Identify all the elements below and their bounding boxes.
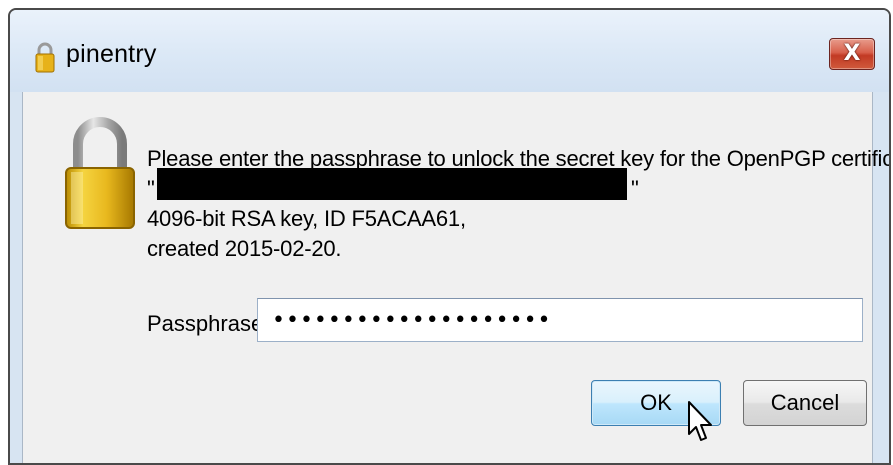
title-bar[interactable]: pinentry X — [10, 10, 889, 92]
close-icon: X — [843, 41, 861, 66]
window-title: pinentry — [66, 40, 157, 68]
cancel-button-label: Cancel — [770, 390, 840, 415]
pinentry-window: pinentry X Please enter the passphrase t… — [8, 8, 891, 465]
key-info-line: 4096-bit RSA key, ID F5ACAA61, — [147, 206, 466, 231]
ok-button-label: OK — [640, 390, 672, 415]
padlock-icon — [65, 117, 135, 229]
passphrase-input[interactable]: •••••••••••••••••••• — [257, 298, 863, 342]
mouse-pointer-icon — [688, 401, 712, 441]
prompt-message: Please enter the passphrase to unlock th… — [147, 144, 889, 264]
redaction-bar — [157, 168, 627, 200]
passphrase-masked-value: •••••••••••••••••••• — [272, 307, 552, 333]
quote-close: " — [631, 176, 639, 201]
close-button[interactable]: X — [829, 38, 875, 70]
cancel-button[interactable]: Cancel — [743, 380, 867, 426]
created-line: created 2015-02-20. — [147, 236, 342, 261]
padlock-icon — [35, 42, 55, 73]
quote-open: " — [147, 176, 155, 201]
certificate-user-id-line: " " — [147, 168, 889, 204]
passphrase-label: Passphrase — [147, 311, 264, 336]
dialog-body: Please enter the passphrase to unlock th… — [22, 92, 889, 463]
